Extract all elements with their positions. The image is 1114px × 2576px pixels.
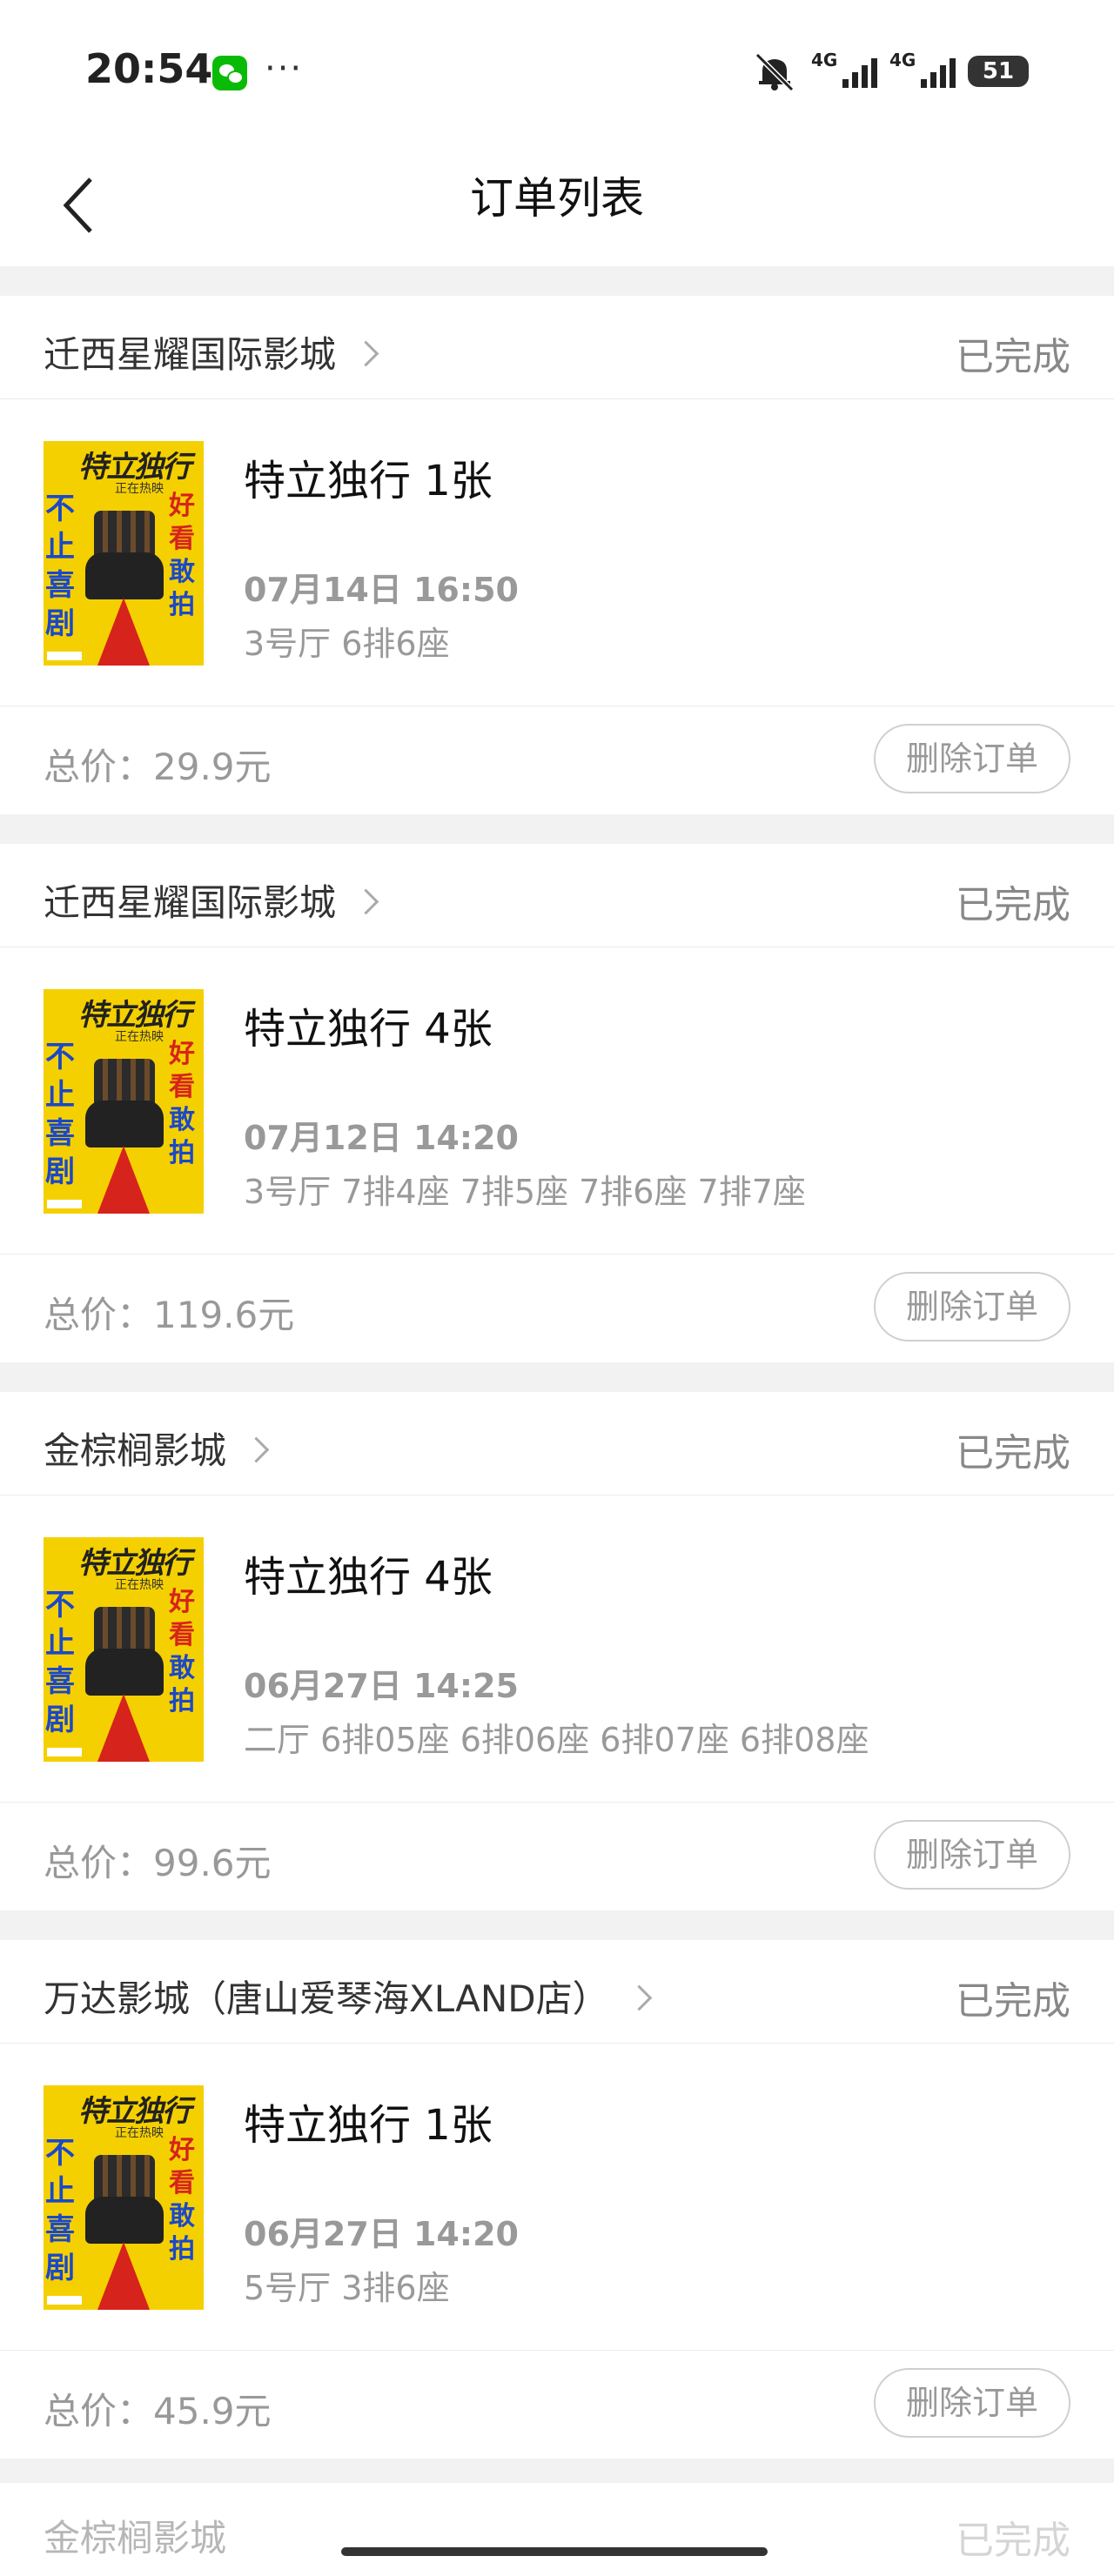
- seat-info: 3号厅 6排6座: [244, 625, 450, 663]
- order-status: 已完成: [956, 1431, 1070, 1475]
- home-indicator[interactable]: [341, 2547, 768, 2556]
- signal-2-icon: 4G: [889, 50, 956, 88]
- order-status: 已完成: [956, 2519, 1070, 2563]
- order-card: 迁西星耀国际影城 已完成 特立独行 正在热映 不止喜剧 好看敢拍 特立独行 1张…: [0, 296, 1114, 814]
- more-notifications-icon: ···: [265, 49, 304, 89]
- order-card-partial[interactable]: 金棕榈影城 已完成: [0, 2483, 1114, 2576]
- movie-title: 特立独行 4张: [244, 1005, 493, 1054]
- movie-title: 特立独行 4张: [244, 1553, 493, 1602]
- delete-order-button[interactable]: 删除订单: [874, 2368, 1070, 2438]
- card-footer: 总价：29.9元 删除订单: [0, 706, 1114, 814]
- order-card: 金棕榈影城 已完成 特立独行 正在热映 不止喜剧 好看敢拍 特立独行 4张 06…: [0, 1392, 1114, 1910]
- show-time: 06月27日 14:25: [244, 1667, 519, 1705]
- delete-order-button[interactable]: 删除订单: [874, 1820, 1070, 1890]
- card-footer: 总价：119.6元 删除订单: [0, 1255, 1114, 1362]
- card-footer: 总价：45.9元 删除订单: [0, 2351, 1114, 2459]
- cinema-name[interactable]: 金棕榈影城: [44, 1422, 270, 1475]
- seat-info: 5号厅 3排6座: [244, 2269, 450, 2307]
- seat-info: 二厅 6排05座 6排06座 6排07座 6排08座: [244, 1721, 869, 1759]
- chevron-right-icon: [626, 1984, 652, 2011]
- order-status: 已完成: [956, 1979, 1070, 2024]
- signal-1-icon: 4G: [811, 50, 877, 88]
- order-card: 迁西星耀国际影城 已完成 特立独行 正在热映 不止喜剧 好看敢拍 特立独行 4张…: [0, 844, 1114, 1362]
- card-body[interactable]: 特立独行 正在热映 不止喜剧 好看敢拍 特立独行 1张 07月14日 16:50…: [0, 399, 1114, 706]
- battery-icon: 51: [968, 56, 1029, 87]
- card-header[interactable]: 万达影城（唐山爱琴海XLAND店） 已完成: [0, 1940, 1114, 2044]
- card-header[interactable]: 迁西星耀国际影城 已完成: [0, 844, 1114, 947]
- order-status: 已完成: [956, 335, 1070, 379]
- chevron-right-icon: [352, 340, 379, 367]
- delete-order-button[interactable]: 删除订单: [874, 724, 1070, 793]
- total-price: 总价：45.9元: [44, 2390, 272, 2432]
- card-header[interactable]: 金棕榈影城 已完成: [0, 1392, 1114, 1495]
- movie-poster: 特立独行 正在热映 不止喜剧 好看敢拍: [44, 1537, 204, 1762]
- wechat-notification-icon: [212, 56, 247, 90]
- card-header[interactable]: 迁西星耀国际影城 已完成: [0, 296, 1114, 399]
- card-body[interactable]: 特立独行 正在热映 不止喜剧 好看敢拍 特立独行 4张 07月12日 14:20…: [0, 947, 1114, 1255]
- card-footer: 总价：99.6元 删除订单: [0, 1803, 1114, 1910]
- status-icons: 4G 4G 51: [750, 49, 1029, 94]
- cinema-name: 金棕榈影城: [44, 2517, 227, 2559]
- chevron-right-icon: [352, 888, 379, 915]
- seat-info: 3号厅 7排4座 7排5座 7排6座 7排7座: [244, 1173, 806, 1211]
- status-bar: 20:54 ··· 4G 4G 51: [0, 0, 1114, 139]
- movie-poster: 特立独行 正在热映 不止喜剧 好看敢拍: [44, 989, 204, 1214]
- card-body[interactable]: 特立独行 正在热映 不止喜剧 好看敢拍 特立独行 1张 06月27日 14:20…: [0, 2044, 1114, 2351]
- card-body[interactable]: 特立独行 正在热映 不止喜剧 好看敢拍 特立独行 4张 06月27日 14:25…: [0, 1495, 1114, 1803]
- page-title: 订单列表: [470, 173, 644, 224]
- show-time: 07月14日 16:50: [244, 571, 519, 609]
- total-price: 总价：119.6元: [44, 1294, 295, 1336]
- movie-poster: 特立独行 正在热映 不止喜剧 好看敢拍: [44, 441, 204, 666]
- cinema-name[interactable]: 迁西星耀国际影城: [44, 873, 379, 927]
- mute-bell-icon: [755, 52, 795, 91]
- nav-bar: 订单列表: [0, 139, 1114, 266]
- total-price: 总价：99.6元: [44, 1842, 272, 1884]
- total-price: 总价：29.9元: [44, 746, 272, 788]
- clock: 20:54: [85, 45, 213, 92]
- movie-title: 特立独行 1张: [244, 2101, 493, 2150]
- order-card: 万达影城（唐山爱琴海XLAND店） 已完成 特立独行 正在热映 不止喜剧 好看敢…: [0, 1940, 1114, 2459]
- movie-poster: 特立独行 正在热映 不止喜剧 好看敢拍: [44, 2085, 204, 2310]
- cinema-name[interactable]: 万达影城（唐山爱琴海XLAND店）: [44, 1970, 652, 2023]
- delete-order-button[interactable]: 删除订单: [874, 1272, 1070, 1342]
- show-time: 06月27日 14:20: [244, 2215, 519, 2253]
- order-status: 已完成: [956, 883, 1070, 927]
- chevron-right-icon: [243, 1436, 270, 1463]
- movie-title: 特立独行 1张: [244, 457, 493, 505]
- cinema-name[interactable]: 迁西星耀国际影城: [44, 325, 379, 378]
- show-time: 07月12日 14:20: [244, 1119, 519, 1157]
- order-list: 迁西星耀国际影城 已完成 特立独行 正在热映 不止喜剧 好看敢拍 特立独行 1张…: [0, 296, 1114, 2488]
